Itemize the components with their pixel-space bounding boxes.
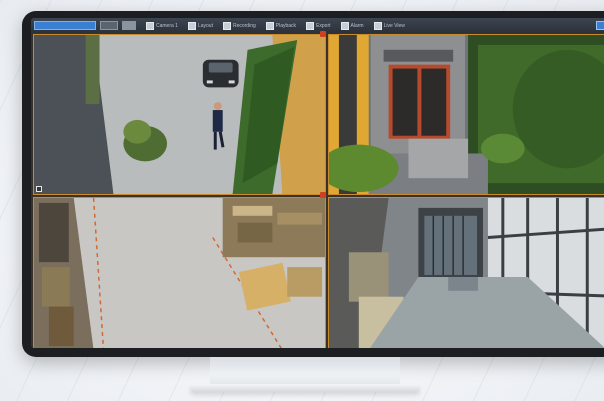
zoom-button[interactable] [122,21,136,30]
alert-marker[interactable] [320,192,326,198]
camera-feed-3 [34,198,325,348]
camera-feed-2 [329,35,604,194]
toolbar-item-label: Layout [197,22,213,29]
toolbar-item-alarm[interactable]: Alarm [340,21,364,30]
camera-icon[interactable] [36,186,42,192]
playback-icon [265,21,274,30]
toolbar-item-label: Alarm [350,22,364,29]
monitor: Camera 1 Layout Recording Playback Expor… [22,11,604,357]
toolbar-item-label: Playback [275,22,297,29]
toolbar-item-label: Camera 1 [156,22,178,29]
toolbar-item-recording[interactable]: Recording [222,21,256,30]
car-shape [202,59,239,88]
camera-tile-2[interactable] [328,34,604,195]
settings-icon [340,21,349,30]
window-menu-button[interactable] [596,21,604,30]
user-icon [373,21,382,30]
camera-tile-1[interactable] [33,34,326,195]
toolbar-item-layout[interactable]: Layout [187,21,213,30]
toolbar-item-playback[interactable]: Playback [265,21,297,30]
toolbar-item-label: Live View [383,22,405,29]
camera-grid [31,31,604,348]
camera-feed-1 [34,35,325,194]
vms-screen: Camera 1 Layout Recording Playback Expor… [31,18,604,348]
monitor-stand-base [190,384,420,392]
zoom-value[interactable] [100,21,118,30]
toolbar-item-label: Recording [232,22,256,29]
toolbar-item-camera[interactable]: Camera 1 [146,21,178,30]
toolbar-item-label: Export [316,22,331,29]
toolbar-item-export[interactable]: Export [306,21,331,30]
layout-icon [187,21,196,30]
monitor-stand-neck [210,357,400,387]
grid-icon [146,21,154,30]
toolbar: Camera 1 Layout Recording Playback Expor… [31,18,604,33]
camera-tile-4[interactable] [328,197,604,348]
camera-feed-4 [329,198,604,348]
toolbar-item-live[interactable]: Live View [373,21,405,30]
camera-select-field[interactable] [34,21,96,30]
camera-tile-3[interactable] [33,197,326,348]
record-icon [222,21,231,30]
export-icon [306,21,315,30]
alert-marker[interactable] [320,31,326,37]
